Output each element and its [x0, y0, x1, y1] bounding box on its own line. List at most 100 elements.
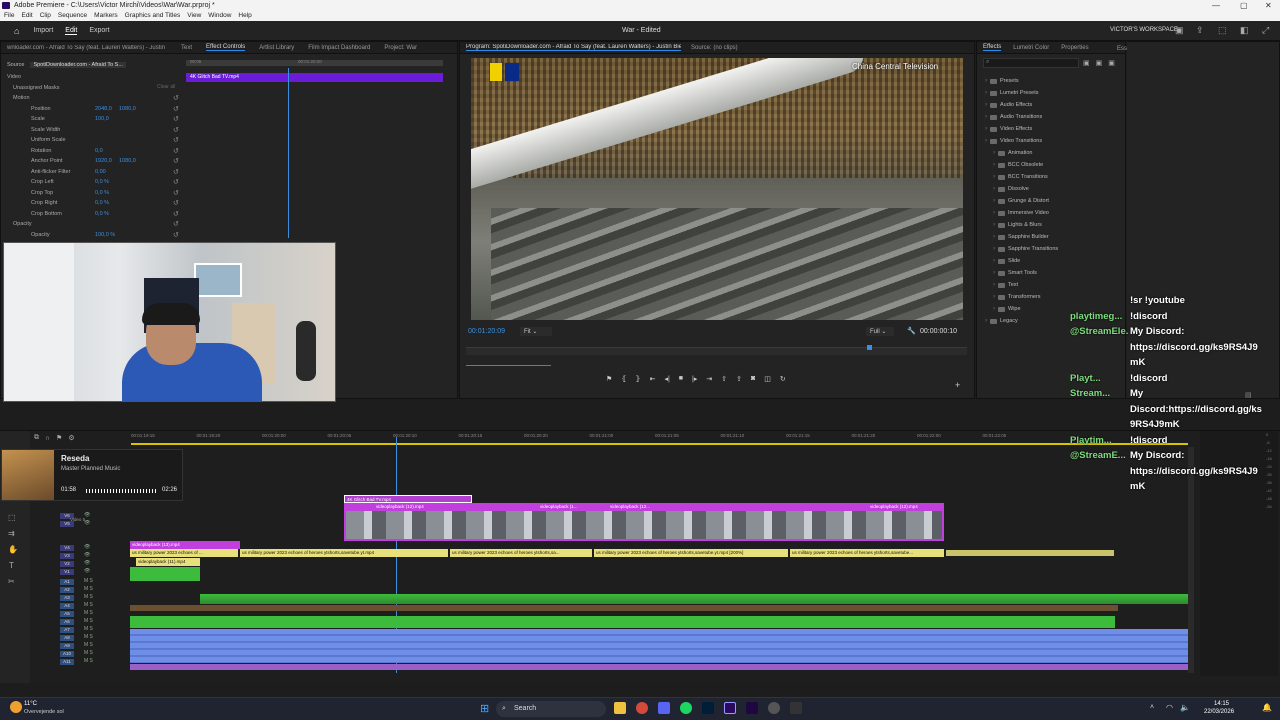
accelerated-icon[interactable]: ▣: [1083, 59, 1090, 67]
track-label[interactable]: V3: [60, 553, 74, 559]
eye-icon[interactable]: 👁: [84, 552, 90, 558]
chevron-right-icon[interactable]: ›: [993, 174, 995, 180]
v1-green-clip[interactable]: [130, 567, 200, 581]
ec-row-value[interactable]: 100,0 %: [95, 232, 115, 238]
track-label[interactable]: A7: [60, 627, 74, 633]
effects-tree-item[interactable]: › Sapphire Transitions: [985, 243, 1125, 255]
mute-solo-icon[interactable]: M S: [84, 610, 93, 616]
tray-date[interactable]: 22/03/2026: [1204, 709, 1234, 715]
ec-row-value[interactable]: 0,00: [95, 169, 106, 175]
track-label[interactable]: A1: [60, 579, 74, 585]
reset-icon[interactable]: ↺: [173, 168, 179, 176]
export-frame-icon[interactable]: ◙: [751, 375, 755, 383]
audio-track-a2[interactable]: [130, 605, 1118, 611]
track-label[interactable]: A8: [60, 635, 74, 641]
ec-row[interactable]: Opacity 100,0 % ↺: [1, 230, 185, 241]
tray-chevron-icon[interactable]: ˄: [1150, 704, 1154, 711]
vr-icon[interactable]: ↻: [780, 375, 786, 383]
v4-clip-1[interactable]: videoplayback (12).mp4: [374, 503, 464, 511]
tab-text[interactable]: Text: [181, 45, 192, 51]
tab-source[interactable]: Source: (no clips): [691, 45, 738, 51]
effects-tree-item[interactable]: › BCC Obsolete: [985, 159, 1125, 171]
weather-temp[interactable]: 11°C: [24, 701, 37, 707]
ec-row[interactable]: Opacity ↺: [1, 219, 185, 230]
spotify-icon[interactable]: [680, 702, 692, 714]
yuv-icon[interactable]: ▣: [1108, 59, 1115, 67]
effects-tree-item[interactable]: › Immersive Video: [985, 207, 1125, 219]
ec-row-value[interactable]: 0,0 %: [95, 200, 109, 206]
tab-film-impact[interactable]: Film Impact Dashboard: [308, 45, 370, 51]
ec-row-value[interactable]: 0,0 %: [95, 179, 109, 185]
ec-row-value[interactable]: 1920,0: [95, 158, 112, 164]
reset-icon[interactable]: ↺: [173, 157, 179, 165]
chevron-right-icon[interactable]: ›: [993, 222, 995, 228]
ec-row[interactable]: Unassigned Masks: [1, 83, 185, 94]
layout-icon[interactable]: ▣: [1175, 25, 1184, 36]
go-to-in-icon[interactable]: ⇤: [650, 375, 656, 383]
chevron-right-icon[interactable]: ›: [993, 234, 995, 240]
reset-icon[interactable]: ↺: [173, 105, 179, 113]
menu-graphics[interactable]: Graphics and Titles: [125, 11, 181, 21]
ec-row[interactable]: Anti-flicker Filter 0,00 ↺: [1, 167, 185, 178]
mute-solo-icon[interactable]: M S: [84, 650, 93, 656]
mute-solo-icon[interactable]: M S: [84, 618, 93, 624]
effects-tree-item[interactable]: › Presets: [985, 75, 1125, 87]
chevron-right-icon[interactable]: ›: [993, 258, 995, 264]
effects-tree-item[interactable]: › Audio Effects: [985, 99, 1125, 111]
menu-edit[interactable]: Edit: [21, 11, 32, 21]
tab-program[interactable]: Program: SpotiDownloader.com - Afraid To…: [466, 44, 681, 51]
tab-effects[interactable]: Effects: [983, 44, 1002, 51]
effects-tree-item[interactable]: › Slide: [985, 255, 1125, 267]
ec-row[interactable]: Crop Top 0,0 % ↺: [1, 188, 185, 199]
effects-tree-item[interactable]: › BCC Transitions: [985, 171, 1125, 183]
windows-start-icon[interactable]: ⊞: [480, 702, 489, 715]
add-marker-icon[interactable]: ⚑: [606, 375, 612, 383]
mute-solo-icon[interactable]: M S: [84, 626, 93, 632]
v3-clip-5[interactable]: us military power 2023 echoes of heroes …: [790, 549, 944, 557]
mute-solo-icon[interactable]: M S: [84, 586, 93, 592]
lift-icon[interactable]: ⇧: [721, 375, 727, 383]
quick-export-icon[interactable]: ⬚: [1218, 25, 1227, 36]
chevron-right-icon[interactable]: ›: [993, 246, 995, 252]
reset-icon[interactable]: ↺: [173, 199, 179, 207]
mute-solo-icon[interactable]: M S: [84, 594, 93, 600]
ec-row[interactable]: Anchor Point 1920,0 1080,0 ↺: [1, 156, 185, 167]
effects-tree-item[interactable]: › Video Effects: [985, 123, 1125, 135]
ec-row[interactable]: Position 2048,0 1080,0 ↺: [1, 104, 185, 115]
menu-sequence[interactable]: Sequence: [58, 11, 87, 21]
track-progress[interactable]: [86, 489, 156, 493]
app-icon[interactable]: [790, 702, 802, 714]
tab-artlist[interactable]: Artlist Library: [259, 45, 294, 51]
track-label[interactable]: V1: [60, 569, 74, 575]
tab-project[interactable]: Project: War: [384, 45, 417, 51]
mark-out-icon[interactable]: ⦄: [635, 375, 640, 383]
program-timecode[interactable]: 00:01:20:09: [468, 328, 505, 335]
ec-row[interactable]: Video: [1, 72, 185, 83]
reset-icon[interactable]: ↺: [173, 94, 179, 102]
weather-desc[interactable]: Overvejende sol: [24, 709, 64, 715]
effects-tree-item[interactable]: › Animation: [985, 147, 1125, 159]
taskbar-search[interactable]: ⌕ Search: [496, 701, 606, 717]
v3-clip-1[interactable]: us military power 2023 echoes of ...: [130, 549, 238, 557]
effects-tree-item[interactable]: › Audio Transitions: [985, 111, 1125, 123]
track-label[interactable]: V2: [60, 561, 74, 567]
chevron-right-icon[interactable]: ›: [993, 162, 995, 168]
ec-clip-bar[interactable]: 4K Glitch Bad TV.mp4: [186, 73, 443, 82]
notifications-icon[interactable]: ◧: [1240, 25, 1249, 36]
chevron-right-icon[interactable]: ›: [993, 150, 995, 156]
effects-tree-item[interactable]: › Lumetri Presets: [985, 87, 1125, 99]
compare-icon[interactable]: ◫: [764, 375, 771, 383]
discord-icon[interactable]: [658, 702, 670, 714]
tab-source-seq[interactable]: wnloader.com - Afraid To Say (feat. Laur…: [7, 45, 167, 51]
menu-help[interactable]: Help: [238, 11, 251, 21]
track-label[interactable]: A2: [60, 587, 74, 593]
ec-playhead[interactable]: [288, 68, 289, 238]
tab-export[interactable]: Export: [89, 27, 109, 34]
ec-mini-ruler[interactable]: 00:05 00:01:20:20: [186, 59, 443, 66]
reset-icon[interactable]: ↺: [173, 231, 179, 239]
audio-track-a4-a10[interactable]: [130, 629, 1188, 663]
menu-window[interactable]: Window: [208, 11, 231, 21]
tab-edit[interactable]: Edit: [65, 27, 78, 35]
mute-solo-icon[interactable]: M S: [84, 602, 93, 608]
marker-icon[interactable]: ⚑: [56, 434, 62, 442]
